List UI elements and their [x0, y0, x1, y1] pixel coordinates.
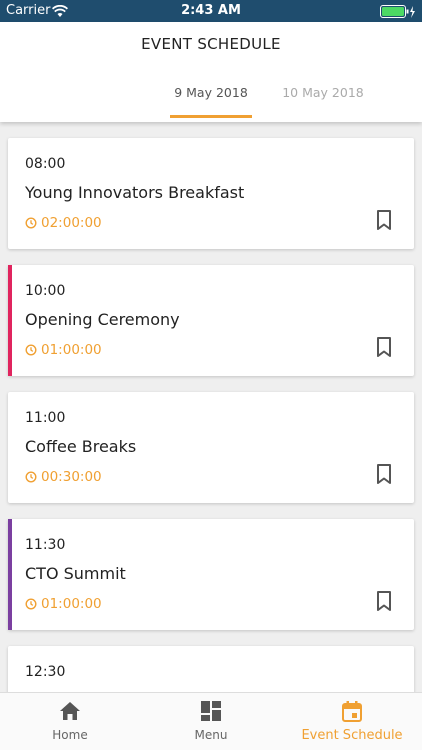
bookmark-icon[interactable]	[374, 463, 394, 485]
bookmark-icon[interactable]	[374, 336, 394, 358]
clock-icon	[25, 217, 37, 229]
event-duration: 01:00:00	[25, 596, 102, 612]
nav-event-schedule-label: Event Schedule	[301, 728, 403, 743]
nav-menu-label: Menu	[194, 728, 228, 742]
battery-icon	[380, 4, 416, 23]
event-name: Young Innovators Breakfast	[25, 183, 245, 202]
clock-icon	[25, 471, 37, 483]
event-card[interactable]: 11:00 Coffee Breaks 00:30:00	[8, 392, 414, 503]
menu-grid-icon	[141, 701, 281, 723]
event-duration-text: 01:00:00	[41, 596, 102, 612]
page-title: EVENT SCHEDULE	[141, 35, 281, 53]
bottom-nav: Home Menu Event Schedule	[0, 692, 422, 750]
event-duration-text: 00:30:00	[41, 469, 102, 485]
event-card[interactable]: 11:30 CTO Summit 01:00:00	[8, 519, 414, 630]
event-duration-text: 01:00:00	[41, 342, 102, 358]
bookmark-icon[interactable]	[374, 209, 394, 231]
event-duration: 02:00:00	[25, 215, 102, 231]
event-duration-text: 02:00:00	[41, 215, 102, 231]
event-duration: 01:00:00	[25, 342, 102, 358]
event-name: Coffee Breaks	[25, 437, 137, 456]
event-accent-bar	[8, 519, 12, 630]
event-time: 11:00	[25, 410, 66, 426]
clock-icon	[25, 598, 37, 610]
event-time: 11:30	[25, 537, 66, 553]
clock-icon	[25, 344, 37, 356]
event-card[interactable]: 12:30	[8, 646, 414, 692]
event-list[interactable]: 08:00 Young Innovators Breakfast 02:00:0…	[0, 122, 422, 692]
status-bar: Carrier 2:43 AM	[0, 0, 422, 22]
event-card[interactable]: 08:00 Young Innovators Breakfast 02:00:0…	[8, 138, 414, 249]
active-tab-indicator	[170, 115, 252, 118]
tab-10-may-2018[interactable]: 10 May 2018	[280, 85, 366, 100]
nav-menu[interactable]: Menu	[141, 693, 281, 750]
bookmark-icon[interactable]	[374, 590, 394, 612]
nav-event-schedule[interactable]: Event Schedule	[282, 693, 422, 750]
event-name: Opening Ceremony	[25, 310, 180, 329]
status-time: 2:43 AM	[181, 3, 241, 18]
nav-home-label: Home	[52, 728, 88, 742]
event-duration: 00:30:00	[25, 469, 102, 485]
event-accent-bar	[8, 265, 12, 376]
event-time: 12:30	[25, 664, 66, 680]
tab-9-may-2018[interactable]: 9 May 2018	[170, 85, 252, 100]
nav-home[interactable]: Home	[0, 693, 140, 750]
header: EVENT SCHEDULE 9 May 2018 10 May 2018	[0, 22, 422, 122]
event-time: 10:00	[25, 283, 66, 299]
calendar-icon	[282, 701, 422, 723]
home-icon	[0, 701, 140, 723]
event-card[interactable]: 10:00 Opening Ceremony 01:00:00	[8, 265, 414, 376]
event-time: 08:00	[25, 156, 66, 172]
event-name: CTO Summit	[25, 564, 126, 583]
